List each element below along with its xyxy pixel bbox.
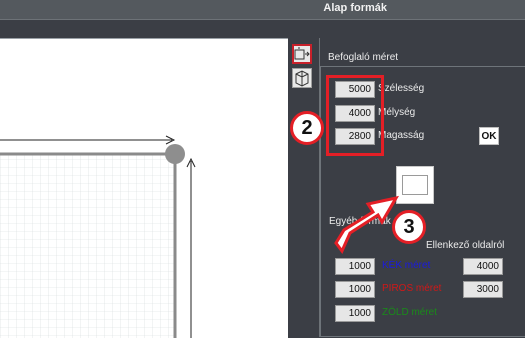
section-title: Befoglaló méret [328,52,399,63]
grid-area [0,154,175,338]
opposite-side-label: Ellenkező oldalról [426,240,505,251]
ok-button[interactable]: OK [479,127,499,145]
annotation-badge-3: 3 [392,210,426,244]
red-right-field[interactable]: 3000 [463,281,503,298]
red-size-label: PIROS méret [382,283,442,294]
green-size-label: ZÖLD méret [382,307,438,318]
blue-left-field[interactable]: 1000 [335,258,375,275]
3d-box-icon[interactable] [292,68,312,88]
highlight-box [326,75,384,156]
corner-handle [165,144,185,164]
shape-preview[interactable] [396,166,434,204]
blue-right-field[interactable]: 4000 [463,258,503,275]
window-title: Alap formák [323,2,387,14]
height-label: Magasság [378,130,425,141]
side-toolbar [289,38,319,337]
rectangle-shape-icon [402,175,428,195]
toolbar-strip [0,20,525,38]
blue-size-label: KÉK méret [382,260,431,271]
drawing-canvas[interactable] [0,38,288,338]
width-label: Szélesség [378,83,425,94]
green-left-field[interactable]: 1000 [335,305,375,322]
canvas-drawing [0,135,196,338]
other-shapes-label: Egyéb formák [329,216,391,227]
annotation-badge-2: 2 [290,111,324,145]
title-bar: Alap formák [0,0,525,20]
properties-panel: Befoglaló méret 5000 Szélesség 4000 Mély… [290,38,525,337]
resize-box-icon[interactable] [292,44,312,64]
red-left-field[interactable]: 1000 [335,281,375,298]
